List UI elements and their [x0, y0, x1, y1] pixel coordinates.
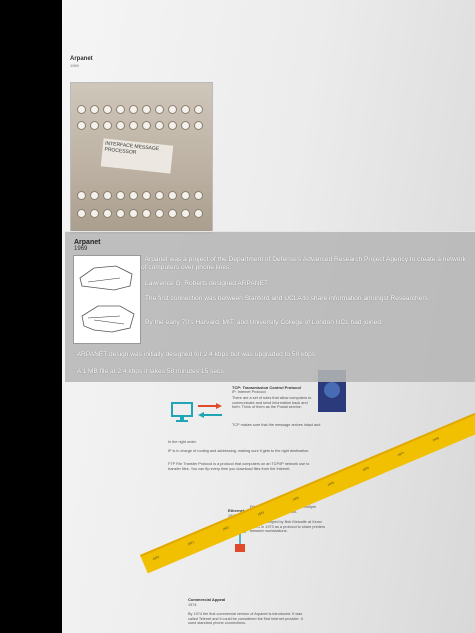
timeline-year: 1972 [221, 525, 230, 532]
commercial-description: By 1974 the first commercial version of … [188, 612, 303, 625]
transfer-icon [196, 401, 224, 426]
imp-photo[interactable]: INTERFACE MESSAGE PROCESSOR [70, 82, 213, 234]
timeline-year: 1971 [186, 540, 195, 547]
timeline-year: 1970 [151, 554, 160, 562]
timeline-year: 1977 [396, 450, 405, 458]
in-order-note: In the right order. [168, 440, 197, 444]
computer-icon [168, 400, 198, 429]
entry-title: Arpanet [70, 56, 93, 62]
timeline-year: 1975 [326, 480, 335, 487]
popup-year: 1969 [74, 246, 88, 252]
popup-bullet: · A 1 MB file at 2.4 kbps it takes 58 mi… [73, 368, 224, 375]
tcp-note: TCP makes sure that the message arrives … [232, 423, 321, 427]
entry-year: 1969 [70, 63, 79, 68]
popup-bullet: · The first connection was between Stanf… [141, 295, 430, 302]
popup-title: Arpanet [74, 239, 101, 246]
popup-bullet: · Arpanet was a project of the Departmen… [141, 256, 466, 271]
tcp-description: There are a set of rules that allow comp… [232, 396, 312, 409]
arpanet-map-image[interactable] [73, 255, 141, 344]
ftp-note: FTP File Transfer Protocol is a protocol… [168, 462, 310, 471]
arpanet-detail-popup[interactable]: Arpanet 1969 · Arpanet was a project of … [65, 231, 475, 382]
tcp-subtitle: IP: Internet Protocol [232, 390, 266, 394]
perspective-timeline-view: Arpanet 1969 INTERFACE MESSAGE PROCESSOR… [0, 0, 475, 633]
popup-bullet: · ARPANET design was initially designed … [73, 351, 317, 358]
timeline-year: 1976 [361, 465, 370, 473]
timeline-year: 1973 [256, 510, 265, 517]
timeline-year: 1974 [291, 495, 300, 502]
commercial-year: 1974 [188, 603, 197, 607]
popup-bullet: · Lawrence G. Roberts designed ARPANET [141, 280, 269, 287]
popup-bullet: · By the early 70's Harvard, MIT, and Un… [141, 319, 383, 326]
imp-label: INTERFACE MESSAGE PROCESSOR [100, 138, 174, 174]
commercial-title: Commercial Appeal [188, 597, 226, 602]
ip-note: IP is in charge of routing and addressin… [168, 449, 310, 453]
timeline-year: 1978 [431, 436, 440, 443]
